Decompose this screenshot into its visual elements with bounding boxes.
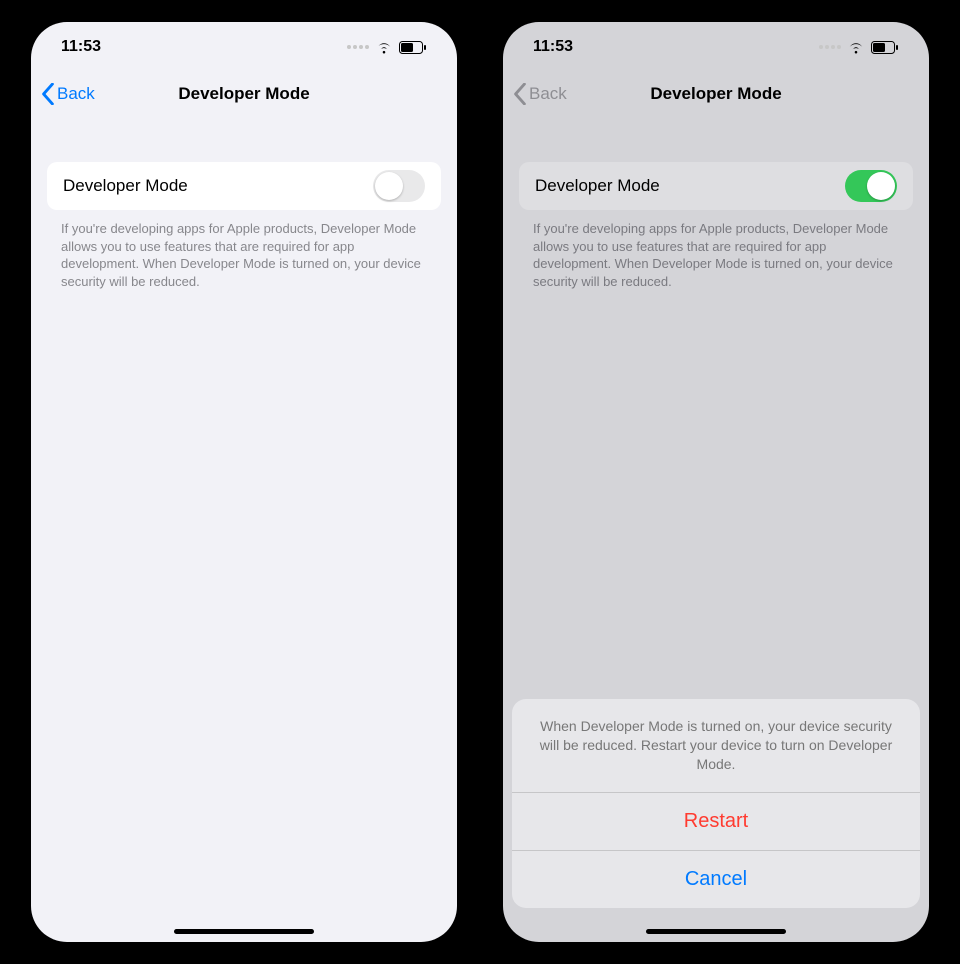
row-label: Developer Mode <box>535 176 660 196</box>
status-bar: 11:53 <box>31 22 457 72</box>
back-label: Back <box>57 84 95 104</box>
status-right <box>819 41 899 54</box>
developer-mode-row[interactable]: Developer Mode <box>519 162 913 210</box>
footer-text: If you're developing apps for Apple prod… <box>31 210 457 290</box>
cellular-icon <box>347 45 369 49</box>
nav-bar: Back Developer Mode <box>31 72 457 116</box>
action-sheet: When Developer Mode is turned on, your d… <box>503 699 929 942</box>
restart-button[interactable]: Restart <box>512 792 920 850</box>
content: Developer Mode If you're developing apps… <box>503 116 929 290</box>
developer-mode-toggle[interactable] <box>373 170 425 202</box>
row-label: Developer Mode <box>63 176 188 196</box>
developer-mode-toggle[interactable] <box>845 170 897 202</box>
back-button[interactable]: Back <box>513 83 567 105</box>
battery-icon <box>871 41 899 54</box>
back-button[interactable]: Back <box>41 83 95 105</box>
phone-left: 11:53 Back Developer Mode Developer Mode… <box>31 22 457 942</box>
home-indicator[interactable] <box>174 929 314 934</box>
status-right <box>347 41 427 54</box>
wifi-icon <box>375 41 393 54</box>
battery-icon <box>399 41 427 54</box>
home-indicator[interactable] <box>646 929 786 934</box>
action-sheet-panel: When Developer Mode is turned on, your d… <box>512 699 920 908</box>
content: Developer Mode If you're developing apps… <box>31 116 457 290</box>
developer-mode-row[interactable]: Developer Mode <box>47 162 441 210</box>
status-time: 11:53 <box>61 38 101 56</box>
nav-bar: Back Developer Mode <box>503 72 929 116</box>
status-time: 11:53 <box>533 38 573 56</box>
cellular-icon <box>819 45 841 49</box>
chevron-left-icon <box>513 83 527 105</box>
phone-right: 11:53 Back Developer Mode Developer Mode… <box>503 22 929 942</box>
footer-text: If you're developing apps for Apple prod… <box>503 210 929 290</box>
chevron-left-icon <box>41 83 55 105</box>
cancel-button[interactable]: Cancel <box>512 850 920 908</box>
status-bar: 11:53 <box>503 22 929 72</box>
back-label: Back <box>529 84 567 104</box>
action-sheet-message: When Developer Mode is turned on, your d… <box>512 699 920 792</box>
wifi-icon <box>847 41 865 54</box>
